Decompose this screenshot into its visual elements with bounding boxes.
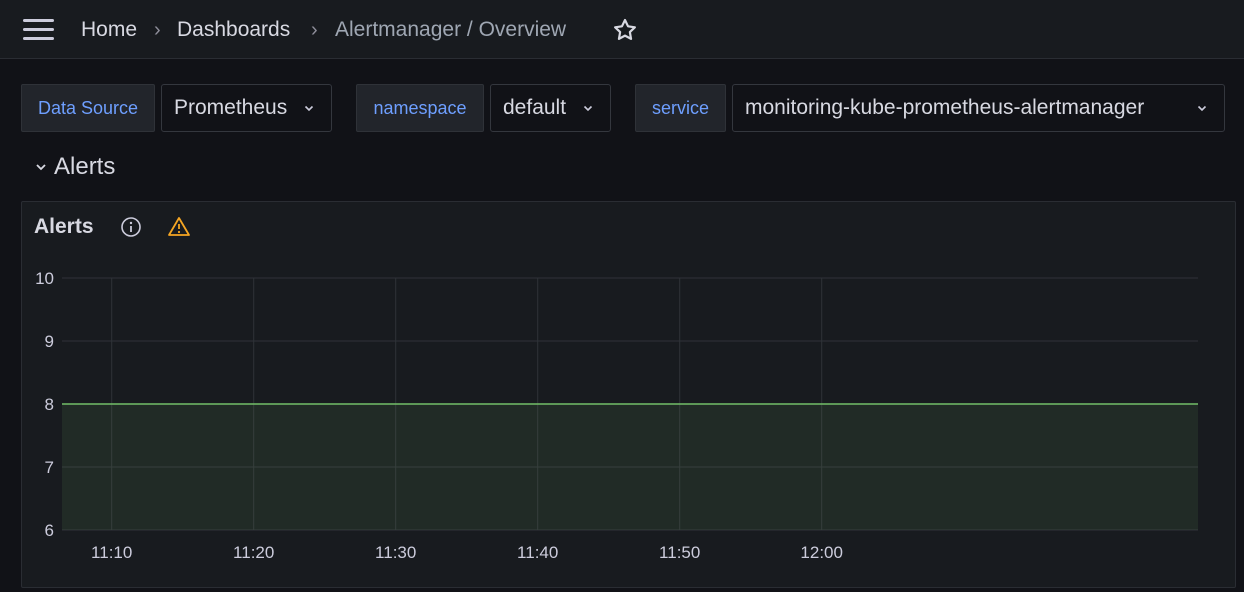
chevron-down-icon xyxy=(304,105,314,112)
page-title: Alertmanager / Overview xyxy=(335,18,567,41)
breadcrumb-home[interactable]: Home xyxy=(81,17,137,43)
y-tick-label: 8 xyxy=(45,395,54,414)
y-tick-label: 10 xyxy=(35,269,54,288)
chevron-down-icon xyxy=(583,105,593,112)
datasource-select[interactable]: Prometheus xyxy=(161,84,332,132)
breadcrumb-dashboards[interactable]: Dashboards xyxy=(177,17,290,43)
namespace-value: default xyxy=(503,96,567,119)
variable-label-service: service xyxy=(635,84,726,132)
star-icon[interactable] xyxy=(612,17,638,43)
alerts-panel: Alerts 6 7 8 9 10 11:10 11:20 11:30 11:40 11:50 12… xyxy=(21,201,1236,588)
series-area xyxy=(62,404,1198,530)
variable-label-namespace: namespace xyxy=(356,84,484,132)
x-tick-label: 11:10 xyxy=(91,543,132,562)
x-tick-label: 11:50 xyxy=(659,543,700,562)
x-tick-label: 11:20 xyxy=(233,543,274,562)
y-tick-label: 9 xyxy=(45,332,54,351)
chevron-down-icon xyxy=(36,164,46,171)
top-navbar: Home › Dashboards › Alertmanager / Overv… xyxy=(0,0,1244,59)
y-tick-label: 6 xyxy=(45,521,54,540)
namespace-select[interactable]: default xyxy=(490,84,611,132)
menu-icon[interactable] xyxy=(23,19,54,41)
alerts-timeseries-chart[interactable]: 6 7 8 9 10 11:10 11:20 11:30 11:40 11:50 12:00 xyxy=(22,202,1235,587)
datasource-value: Prometheus xyxy=(174,96,288,119)
chevron-down-icon xyxy=(1197,105,1207,112)
y-tick-label: 7 xyxy=(45,458,54,477)
breadcrumb-separator-icon: › xyxy=(154,19,161,41)
x-tick-label: 11:40 xyxy=(517,543,558,562)
service-value: monitoring-kube-prometheus-alertmanager xyxy=(745,96,1145,119)
variable-label-datasource: Data Source xyxy=(21,84,155,132)
breadcrumb-separator-icon: › xyxy=(311,19,318,41)
service-select[interactable]: monitoring-kube-prometheus-alertmanager xyxy=(732,84,1225,132)
row-title: Alerts xyxy=(54,153,116,180)
x-tick-label: 11:30 xyxy=(375,543,416,562)
x-tick-label: 12:00 xyxy=(800,543,843,562)
